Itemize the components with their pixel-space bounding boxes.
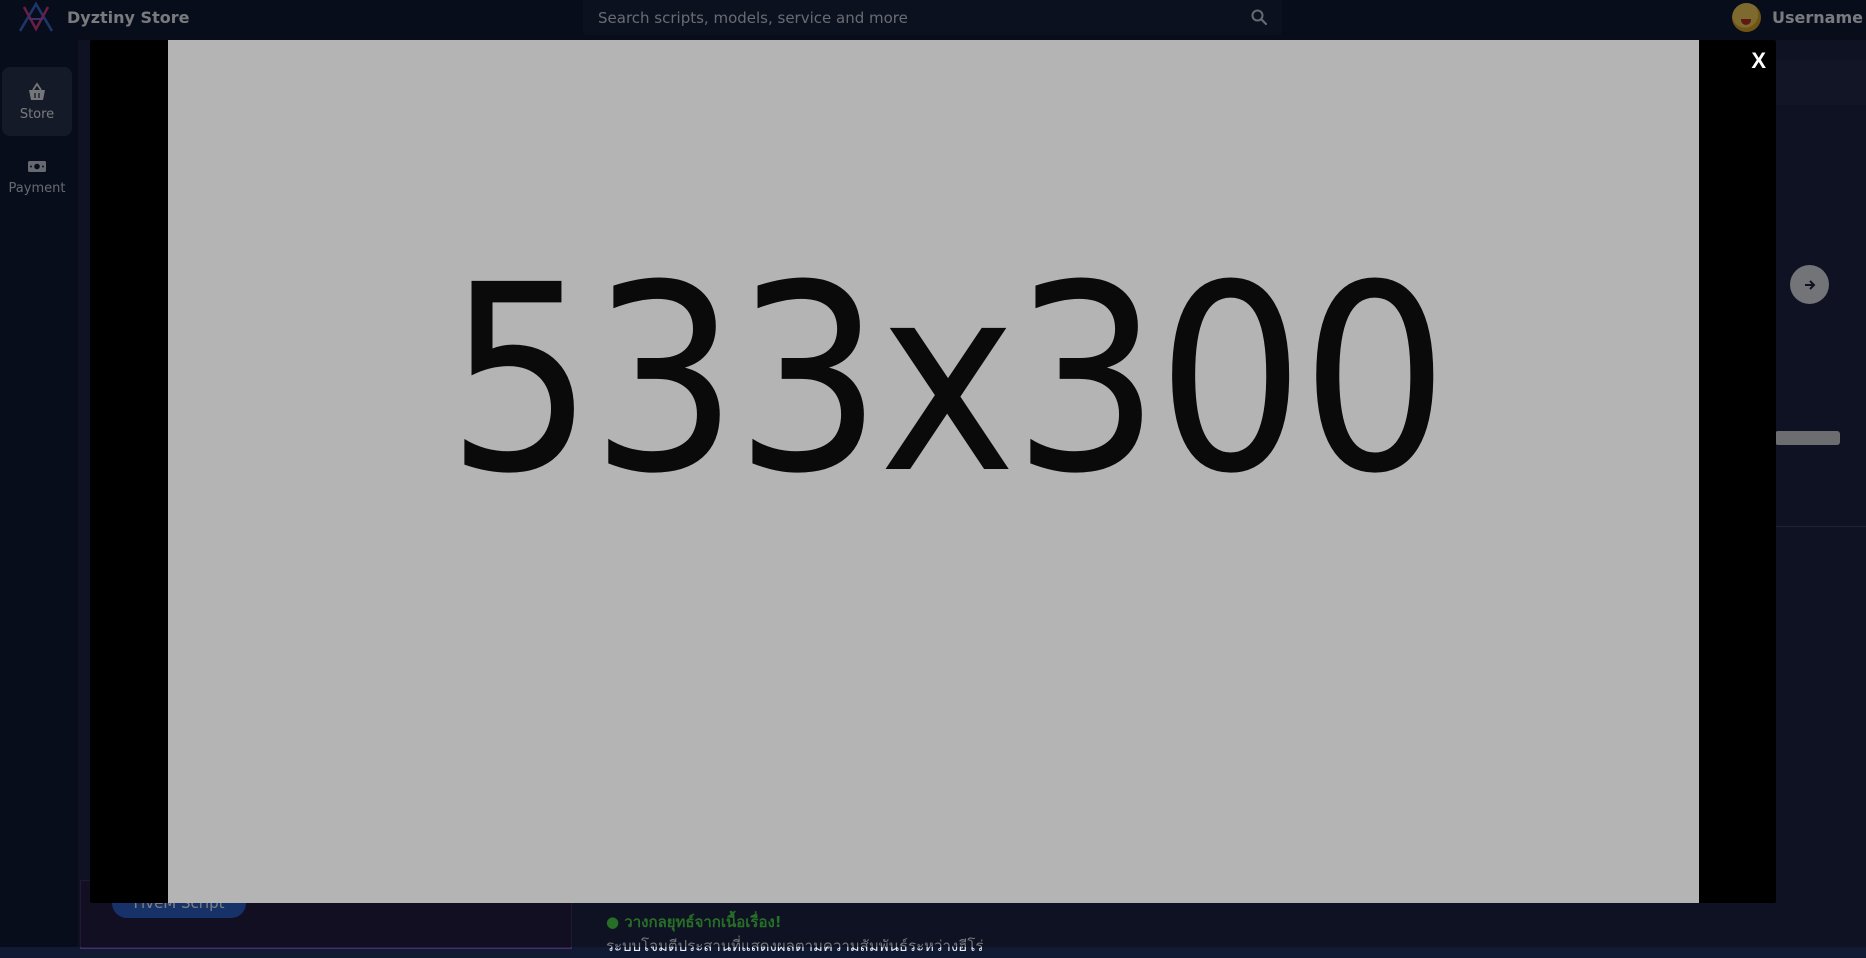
close-button[interactable]: X — [1751, 48, 1766, 74]
image-lightbox: 533x300 X — [90, 40, 1776, 903]
placeholder-image-text: 533x300 — [446, 229, 1448, 530]
preview-image: 533x300 — [168, 40, 1699, 903]
